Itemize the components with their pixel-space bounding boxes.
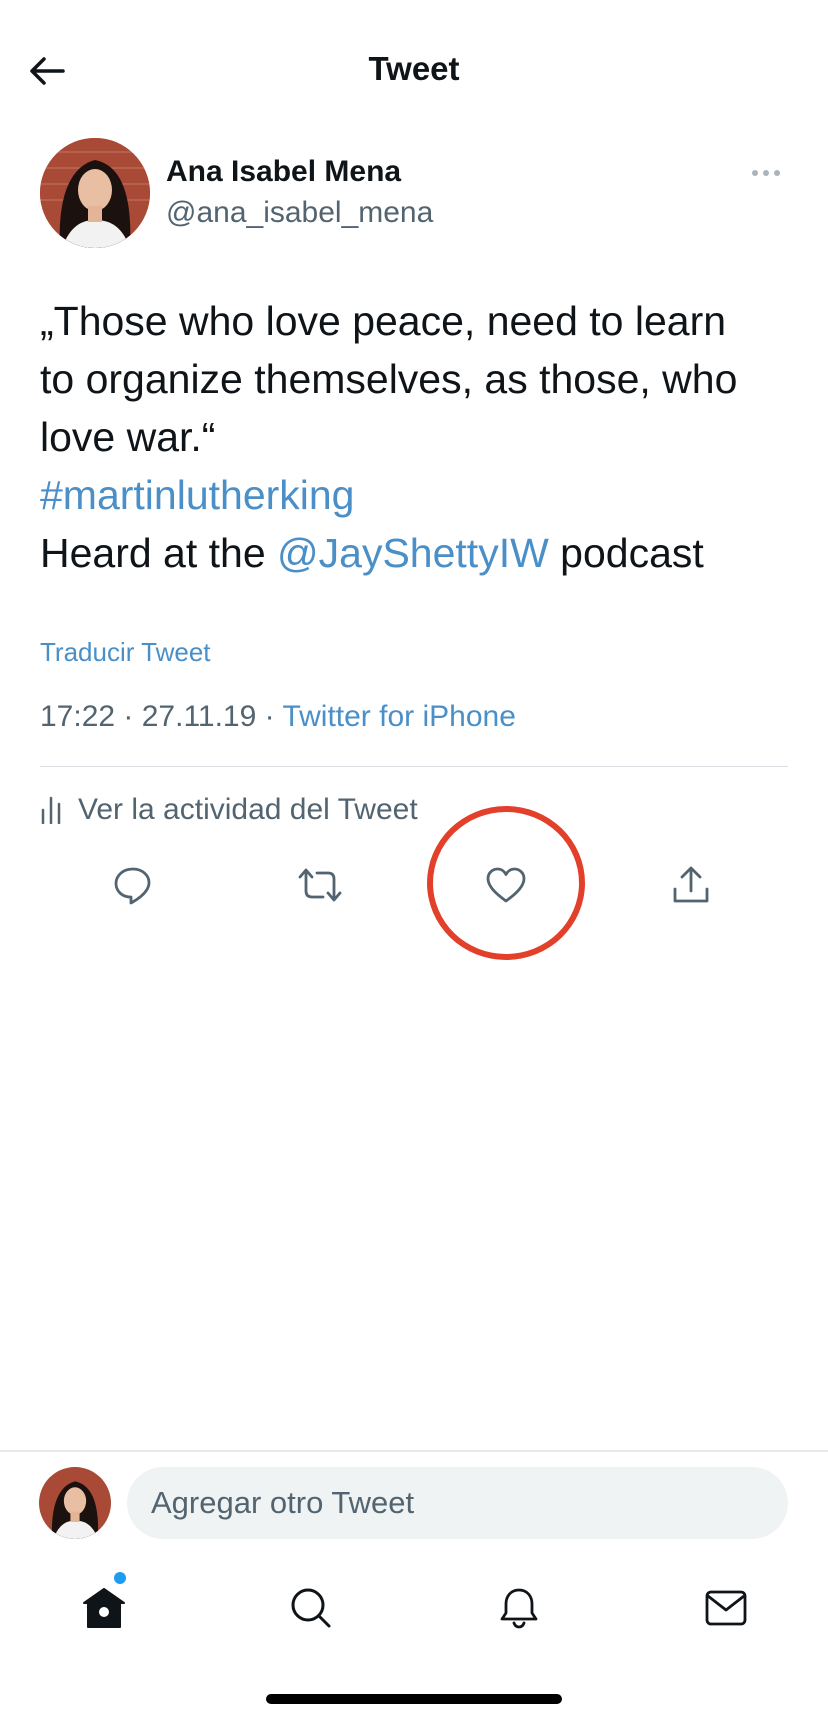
- page-title: Tweet: [368, 50, 460, 87]
- notifications-icon: [500, 1588, 538, 1629]
- tweet-author: Ana Isabel Mena @ana_isabel_mena: [40, 138, 788, 248]
- tab-search[interactable]: [281, 1578, 341, 1638]
- tweet-time: 17:22: [40, 700, 116, 733]
- add-tweet-input[interactable]: Agregar otro Tweet: [127, 1467, 788, 1539]
- tweet-text-line: to organize themselves, as those, who: [40, 356, 738, 402]
- meta-separator: ·: [115, 700, 142, 733]
- home-indicator: [266, 1694, 562, 1704]
- tweet-actions: [0, 855, 828, 915]
- search-icon: [291, 1588, 331, 1628]
- tweet-activity-link[interactable]: Ver la actividad del Tweet: [40, 790, 418, 830]
- bar-chart-icon: [40, 795, 64, 825]
- tab-messages[interactable]: [696, 1578, 756, 1638]
- more-horizontal-icon: [752, 170, 780, 176]
- meta-separator: ·: [256, 700, 283, 733]
- tweet-text-segment: Heard at the: [40, 530, 278, 576]
- tweet-text-segment: podcast: [548, 530, 704, 576]
- more-options-button[interactable]: [744, 158, 788, 188]
- header: Tweet: [0, 30, 828, 110]
- highlight-circle-annotation: [427, 806, 585, 960]
- divider: [0, 1450, 828, 1452]
- reply-icon: [114, 867, 151, 905]
- tab-home[interactable]: [74, 1578, 134, 1638]
- tweet-source-link[interactable]: Twitter for iPhone: [282, 700, 515, 733]
- translate-tweet-link[interactable]: Traducir Tweet: [40, 637, 211, 668]
- divider: [40, 766, 788, 767]
- hashtag-link[interactable]: #martinlutherking: [40, 466, 800, 524]
- tweet-text: „Those who love peace, need to learn to …: [40, 292, 800, 582]
- tweet-text-line: „Those who love peace, need to learn: [40, 298, 727, 344]
- author-name[interactable]: Ana Isabel Mena: [166, 155, 401, 189]
- reply-button[interactable]: [103, 855, 163, 915]
- tab-notifications[interactable]: [489, 1578, 549, 1638]
- tweet-text-line: Heard at the @JayShettyIW podcast: [40, 524, 800, 582]
- messages-icon: [705, 1590, 747, 1626]
- tweet-text-line: love war.“: [40, 414, 216, 460]
- tweet-meta: 17:22 · 27.11.19 · Twitter for iPhone: [40, 700, 516, 734]
- home-icon: [83, 1588, 125, 1628]
- tweet-detail-screen: Tweet Ana Isabel Mena @ana_isabel_mena „…: [0, 0, 828, 1719]
- avatar[interactable]: [39, 1467, 111, 1539]
- mention-link[interactable]: @JayShettyIW: [277, 530, 549, 576]
- retweet-icon: [298, 868, 342, 902]
- avatar[interactable]: [40, 138, 150, 248]
- share-icon: [673, 866, 709, 903]
- author-handle[interactable]: @ana_isabel_mena: [166, 196, 433, 230]
- share-button[interactable]: [661, 855, 721, 915]
- tweet-date: 27.11.19: [141, 700, 257, 733]
- activity-label: Ver la actividad del Tweet: [78, 793, 418, 826]
- retweet-button[interactable]: [290, 855, 350, 915]
- notification-dot: [114, 1572, 126, 1584]
